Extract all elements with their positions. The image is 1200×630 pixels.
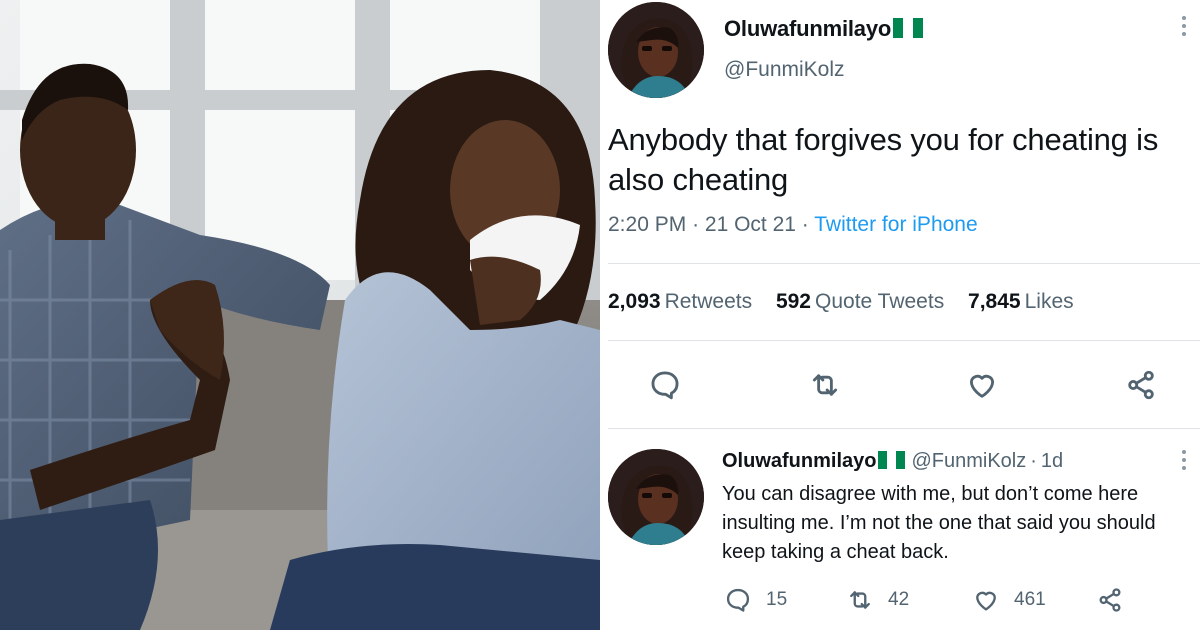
reply-age[interactable]: 1d (1041, 450, 1063, 472)
news-photo (0, 0, 600, 630)
divider (608, 428, 1200, 429)
retweet-icon (850, 591, 870, 609)
reply-text-line: keep taking a cheat back. (722, 541, 949, 563)
tweet-time[interactable]: 2:20 PM (608, 213, 686, 236)
reply-author-name[interactable]: Oluwafunmilayo (722, 450, 876, 472)
like-icon (976, 591, 996, 611)
reply-button[interactable] (642, 362, 688, 408)
tweet-text-line: Anybody that forgives you for cheating i… (608, 122, 1159, 157)
reply-header: Oluwafunmilayo @FunmiKolz · 1d (722, 450, 1063, 473)
nigeria-flag-icon (878, 451, 906, 469)
avatar[interactable] (608, 2, 704, 98)
share-button[interactable] (1118, 362, 1164, 408)
tweet-stats: 2,093 Retweets 592 Quote Tweets 7,845 Likes (608, 290, 1092, 314)
like-count: 461 (1014, 589, 1046, 610)
meta-separator: · (1030, 450, 1037, 472)
share-icon (1099, 588, 1121, 612)
reply-retweet-button[interactable]: 42 (846, 584, 909, 616)
divider (608, 263, 1200, 264)
nigeria-flag-icon (893, 18, 924, 38)
divider (608, 340, 1200, 341)
author-name[interactable]: Oluwafunmilayo (724, 16, 924, 42)
reply-text-line: insulting me. I’m not the one that said … (722, 512, 1156, 534)
reply-text-line: You can disagree with me, but don’t come… (722, 483, 1139, 505)
share-icon (1128, 370, 1154, 400)
likes-label: Likes (1024, 290, 1074, 313)
reply-reply-button[interactable]: 15 (724, 584, 787, 616)
reply-icon (726, 588, 750, 612)
tweet-date[interactable]: 21 Oct 21 (705, 213, 796, 236)
retweets-stat[interactable]: 2,093 Retweets (608, 290, 752, 314)
tweet-text-line: also cheating (608, 162, 789, 197)
couple-photo-illustration (0, 0, 600, 630)
reply-avatar[interactable] (608, 449, 704, 545)
tweet-source-link[interactable]: Twitter for iPhone (814, 213, 977, 236)
reply-icon (651, 371, 679, 400)
quotes-count: 592 (775, 290, 811, 313)
author-name-text[interactable]: Oluwafunmilayo (724, 16, 891, 41)
reply-count: 15 (766, 589, 788, 610)
tweet-action-bar (600, 362, 1200, 408)
like-button[interactable] (959, 362, 1005, 408)
like-icon (969, 374, 995, 398)
meta-separator: · (692, 213, 705, 236)
reply-action-bar: 15 42 461 (600, 584, 1200, 616)
avatar-image (608, 2, 704, 98)
likes-stat[interactable]: 7,845 Likes (968, 290, 1074, 314)
reply-text: You can disagree with me, but don’t come… (722, 480, 1200, 567)
reply-author-handle[interactable]: @FunmiKolz (911, 450, 1026, 472)
quote-tweets-stat[interactable]: 592 Quote Tweets (776, 290, 944, 314)
retweet-icon (812, 374, 838, 396)
quotes-label: Quote Tweets (815, 290, 945, 313)
retweets-label: Retweets (664, 290, 753, 313)
tweet-panel: Oluwafunmilayo @FunmiKolz Anybody that f… (600, 0, 1200, 630)
retweets-count: 2,093 (608, 290, 661, 313)
reply-like-button[interactable]: 461 (972, 584, 1046, 616)
likes-count: 7,845 (968, 290, 1021, 313)
author-handle[interactable]: @FunmiKolz (724, 58, 845, 82)
tweet-text: Anybody that forgives you for cheating i… (608, 120, 1200, 200)
reply-share-button[interactable] (1096, 584, 1138, 616)
more-options-icon[interactable] (1182, 16, 1188, 40)
retweet-count: 42 (888, 589, 910, 610)
meta-separator: · (801, 213, 815, 236)
tweet-meta: 2:20 PM · 21 Oct 21 · Twitter for iPhone (608, 213, 978, 237)
retweet-button[interactable] (802, 362, 848, 408)
avatar-image (608, 449, 704, 545)
more-options-icon[interactable] (1182, 450, 1188, 474)
